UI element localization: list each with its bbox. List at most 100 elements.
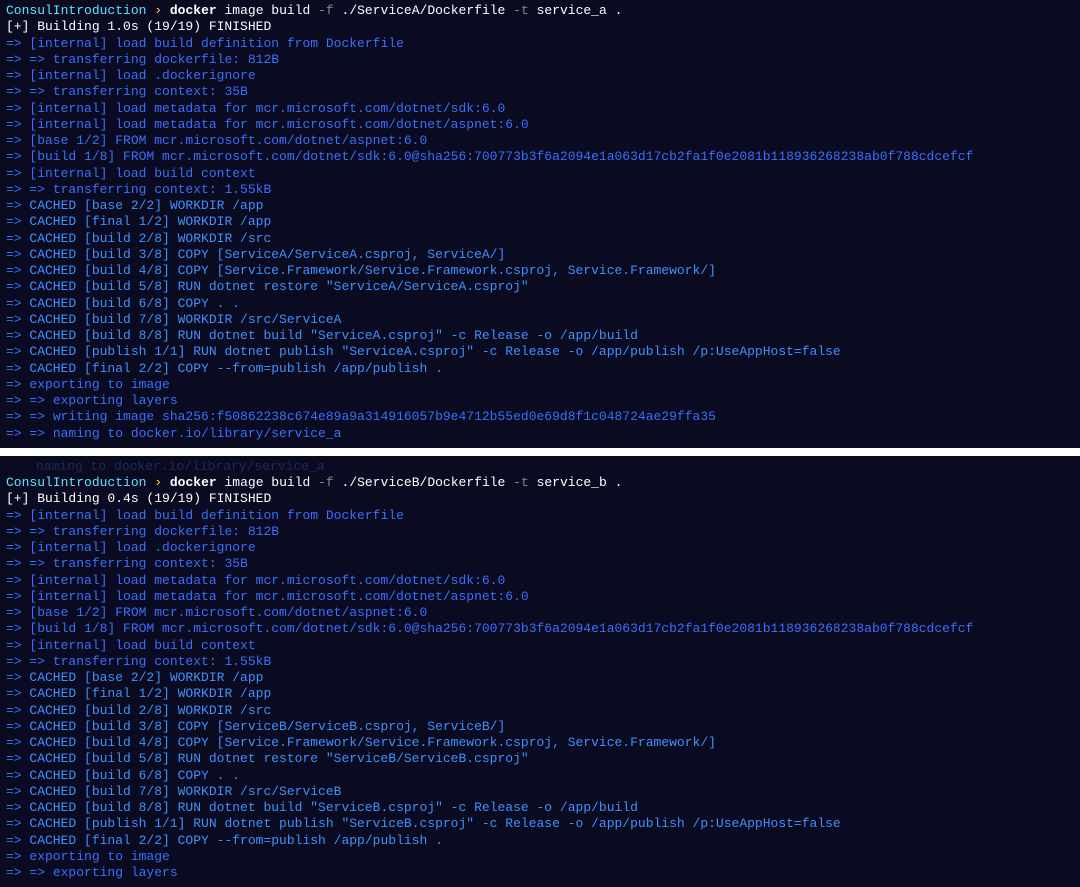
arrow-icon: => (6, 328, 29, 343)
arrow-icon: => (6, 247, 29, 262)
log-text: CACHED [build 8/8] RUN dotnet build "Ser… (29, 328, 638, 343)
arrow-icon: => => (6, 393, 53, 408)
log-text: CACHED [build 7/8] WORKDIR /src/ServiceA (29, 312, 341, 327)
arrow-icon: => => (6, 865, 53, 880)
arrow-icon: => (6, 540, 29, 555)
prompt-separator: › (154, 3, 162, 18)
log-text: CACHED [build 6/8] COPY . . (29, 768, 240, 783)
log-line: => exporting to image (6, 377, 1074, 393)
arrow-icon: => => (6, 524, 53, 539)
command-text: image build (217, 3, 318, 18)
log-text: CACHED [final 2/2] COPY --from=publish /… (29, 833, 442, 848)
log-line: => exporting to image (6, 849, 1074, 865)
log-line: => => transferring context: 1.55kB (6, 182, 1074, 198)
arrow-icon: => => (6, 52, 53, 67)
arrow-icon: => (6, 312, 29, 327)
log-line: => [internal] load metadata for mcr.micr… (6, 117, 1074, 133)
log-text: CACHED [base 2/2] WORKDIR /app (29, 198, 263, 213)
arrow-icon: => (6, 816, 29, 831)
log-text: CACHED [build 4/8] COPY [Service.Framewo… (29, 735, 716, 750)
log-line: => => transferring dockerfile: 812B (6, 524, 1074, 540)
arrow-icon: => (6, 279, 29, 294)
arrow-icon: => (6, 231, 29, 246)
arrow-icon: => (6, 166, 29, 181)
faded-prev-line: naming to docker.io/library/service_a (6, 459, 1074, 475)
arrow-icon: => => (6, 409, 53, 424)
log-text: [base 1/2] FROM mcr.microsoft.com/dotnet… (29, 605, 427, 620)
log-text: CACHED [final 1/2] WORKDIR /app (29, 686, 271, 701)
arrow-icon: => (6, 703, 29, 718)
log-line: => [internal] load .dockerignore (6, 68, 1074, 84)
log-line: => => exporting layers (6, 393, 1074, 409)
arrow-icon: => => (6, 182, 53, 197)
arrow-icon: => (6, 735, 29, 750)
command-arg: ./ServiceA/Dockerfile (334, 3, 513, 18)
log-line: => => transferring dockerfile: 812B (6, 52, 1074, 68)
log-line: => CACHED [final 2/2] COPY --from=publis… (6, 361, 1074, 377)
command-flag: -t (513, 3, 529, 18)
log-line: => CACHED [final 2/2] COPY --from=publis… (6, 833, 1074, 849)
arrow-icon: => (6, 361, 29, 376)
log-text: transferring context: 1.55kB (53, 654, 271, 669)
arrow-icon: => (6, 573, 29, 588)
log-text: CACHED [build 3/8] COPY [ServiceA/Servic… (29, 247, 505, 262)
log-text: CACHED [build 7/8] WORKDIR /src/ServiceB (29, 784, 341, 799)
log-text: exporting to image (29, 377, 169, 392)
log-text: CACHED [build 3/8] COPY [ServiceB/Servic… (29, 719, 505, 734)
terminal-block[interactable]: naming to docker.io/library/service_aCon… (0, 456, 1080, 887)
log-line: => [internal] load build definition from… (6, 36, 1074, 52)
log-text: [build 1/8] FROM mcr.microsoft.com/dotne… (29, 621, 973, 636)
log-line: => [base 1/2] FROM mcr.microsoft.com/dot… (6, 605, 1074, 621)
command-name: docker (170, 475, 217, 490)
log-text: CACHED [build 8/8] RUN dotnet build "Ser… (29, 800, 638, 815)
log-text: CACHED [publish 1/1] RUN dotnet publish … (29, 816, 840, 831)
log-text: [internal] load .dockerignore (29, 540, 255, 555)
log-line: => [internal] load metadata for mcr.micr… (6, 101, 1074, 117)
arrow-icon: => (6, 621, 29, 636)
log-line: => [internal] load .dockerignore (6, 540, 1074, 556)
arrow-icon: => (6, 296, 29, 311)
log-line: => CACHED [build 2/8] WORKDIR /src (6, 703, 1074, 719)
terminal-block[interactable]: ConsulIntroduction › docker image build … (0, 0, 1080, 448)
arrow-icon: => (6, 670, 29, 685)
arrow-icon: => (6, 263, 29, 278)
log-line: => [internal] load metadata for mcr.micr… (6, 573, 1074, 589)
log-line: => CACHED [build 4/8] COPY [Service.Fram… (6, 735, 1074, 751)
block-gap (0, 448, 1080, 456)
log-line: => CACHED [build 2/8] WORKDIR /src (6, 231, 1074, 247)
arrow-icon: => (6, 133, 29, 148)
log-text: [internal] load metadata for mcr.microso… (29, 589, 528, 604)
log-line: => CACHED [final 1/2] WORKDIR /app (6, 686, 1074, 702)
log-text: [build 1/8] FROM mcr.microsoft.com/dotne… (29, 149, 973, 164)
arrow-icon: => (6, 68, 29, 83)
arrow-icon: => (6, 638, 29, 653)
log-line: => [build 1/8] FROM mcr.microsoft.com/do… (6, 621, 1074, 637)
log-text: naming to docker.io/library/service_a (53, 426, 342, 441)
log-text: transferring dockerfile: 812B (53, 524, 279, 539)
log-text: [internal] load build definition from Do… (29, 36, 403, 51)
arrow-icon: => (6, 101, 29, 116)
arrow-icon: => => (6, 84, 53, 99)
log-line: => => naming to docker.io/library/servic… (6, 426, 1074, 442)
command-flag: -t (513, 475, 529, 490)
log-text: writing image sha256:f50862238c674e89a9a… (53, 409, 716, 424)
arrow-icon: => (6, 344, 29, 359)
log-line: => [internal] load build context (6, 166, 1074, 182)
log-line: => [internal] load build context (6, 638, 1074, 654)
log-line: => CACHED [build 7/8] WORKDIR /src/Servi… (6, 784, 1074, 800)
command-flag: -f (318, 475, 334, 490)
log-line: => CACHED [base 2/2] WORKDIR /app (6, 198, 1074, 214)
log-line: => => exporting layers (6, 865, 1074, 881)
log-text: CACHED [publish 1/1] RUN dotnet publish … (29, 344, 840, 359)
log-text: CACHED [build 2/8] WORKDIR /src (29, 703, 271, 718)
log-line: => CACHED [publish 1/1] RUN dotnet publi… (6, 344, 1074, 360)
arrow-icon: => (6, 800, 29, 815)
log-line: => CACHED [build 8/8] RUN dotnet build "… (6, 800, 1074, 816)
log-line: => => transferring context: 35B (6, 84, 1074, 100)
command-flag: -f (318, 3, 334, 18)
log-line: => CACHED [build 5/8] RUN dotnet restore… (6, 279, 1074, 295)
log-line: => CACHED [build 6/8] COPY . . (6, 296, 1074, 312)
build-status-line: [+] Building 0.4s (19/19) FINISHED (6, 491, 1074, 507)
log-text: exporting to image (29, 849, 169, 864)
arrow-icon: => (6, 149, 29, 164)
